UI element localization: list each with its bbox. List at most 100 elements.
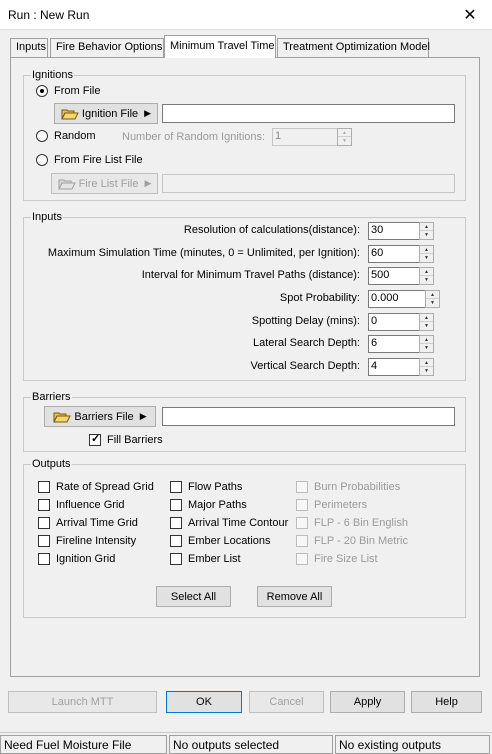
output-checkbox[interactable] (296, 481, 308, 493)
output-checkbox[interactable] (170, 481, 182, 493)
output-checkbox[interactable] (38, 553, 50, 565)
output-checkbox[interactable] (296, 517, 308, 529)
input-row-stepper[interactable]: 30 ▲ ▼ (368, 222, 435, 240)
spin-arrows[interactable]: ▲ ▼ (419, 335, 434, 353)
input-row-value[interactable]: 60 (368, 245, 420, 263)
folder-open-icon (53, 412, 72, 422)
fire-list-file-button[interactable]: Fire List File ▶ (51, 173, 158, 194)
apply-button[interactable]: Apply (330, 691, 405, 713)
barriers-file-button-label: Barriers File (74, 410, 134, 423)
arrow-right-icon: ▶ (144, 178, 152, 188)
fire-list-radio[interactable] (36, 154, 48, 166)
tab-minimum-travel-time[interactable]: Minimum Travel Time (164, 35, 276, 58)
select-all-button[interactable]: Select All (156, 586, 231, 607)
spin-arrows[interactable]: ▲ ▼ (419, 313, 434, 331)
spin-down-icon[interactable]: ▼ (420, 344, 433, 352)
random-count-label: Number of Random Ignitions: (122, 131, 266, 143)
input-row-stepper[interactable]: 60 ▲ ▼ (368, 245, 435, 263)
output-checkbox[interactable] (38, 535, 50, 547)
remove-all-button[interactable]: Remove All (257, 586, 332, 607)
output-checkbox-label: Major Paths (188, 499, 247, 511)
tab-inputs[interactable]: Inputs (10, 38, 48, 57)
input-row-stepper[interactable]: 0.000 ▲ ▼ (368, 290, 441, 308)
from-file-label: From File (54, 85, 101, 97)
input-row-value[interactable]: 500 (368, 267, 420, 285)
cancel-button[interactable]: Cancel (249, 691, 324, 713)
output-checkbox[interactable] (296, 499, 308, 511)
output-checkbox-label: Arrival Time Contour (188, 517, 289, 529)
random-label: Random (54, 130, 96, 142)
spin-arrows[interactable]: ▲ ▼ (425, 290, 440, 308)
input-row-value[interactable]: 4 (368, 358, 420, 376)
input-row-value[interactable]: 30 (368, 222, 420, 240)
ignition-file-path-input[interactable] (162, 104, 455, 123)
output-checkbox[interactable] (296, 553, 308, 565)
spin-up-icon[interactable]: ▲ (338, 129, 351, 137)
spin-arrows[interactable]: ▲ ▼ (419, 245, 434, 263)
output-checkbox-label: Ember List (188, 553, 241, 565)
spin-up-icon[interactable]: ▲ (420, 314, 433, 322)
output-checkbox[interactable] (296, 535, 308, 547)
close-icon[interactable]: ✕ (448, 0, 492, 29)
spin-down-icon[interactable]: ▼ (420, 322, 433, 330)
spin-up-icon[interactable]: ▲ (420, 359, 433, 367)
output-checkbox[interactable] (170, 517, 182, 529)
spin-arrows[interactable]: ▲ ▼ (419, 358, 434, 376)
barriers-file-button[interactable]: Barriers File ▶ (44, 406, 156, 427)
spin-down-icon[interactable]: ▼ (420, 276, 433, 284)
output-checkbox[interactable] (38, 481, 50, 493)
output-checkbox[interactable] (38, 517, 50, 529)
random-count-arrows[interactable]: ▲ ▼ (337, 128, 352, 146)
output-checkbox[interactable] (170, 535, 182, 547)
tab-label: Minimum Travel Time (170, 40, 275, 52)
spin-up-icon[interactable]: ▲ (420, 223, 433, 231)
random-radio[interactable] (36, 130, 48, 142)
status-outputs: No outputs selected (169, 735, 333, 754)
tab-treatment-optimization-model[interactable]: Treatment Optimization Model (277, 38, 430, 57)
output-checkbox[interactable] (170, 553, 182, 565)
ok-button[interactable]: OK (166, 691, 242, 713)
fire-list-path-input[interactable] (162, 174, 455, 193)
input-row-stepper[interactable]: 500 ▲ ▼ (368, 267, 435, 285)
spin-up-icon[interactable]: ▲ (420, 336, 433, 344)
barriers-file-path-input[interactable] (162, 407, 455, 426)
input-row-stepper[interactable]: 6 ▲ ▼ (368, 335, 435, 353)
input-row-value[interactable]: 6 (368, 335, 420, 353)
input-row-value[interactable]: 0 (368, 313, 420, 331)
input-row-label: Vertical Search Depth: (250, 360, 360, 372)
spin-up-icon[interactable]: ▲ (420, 268, 433, 276)
barriers-group-title: Barriers (31, 391, 72, 403)
tab-fire-behavior-options[interactable]: Fire Behavior Options (50, 38, 164, 57)
output-checkbox-label: Influence Grid (56, 499, 125, 511)
output-checkbox[interactable] (170, 499, 182, 511)
from-file-radio[interactable] (36, 85, 48, 97)
launch-mtt-button[interactable]: Launch MTT (8, 691, 157, 713)
fill-barriers-label: Fill Barriers (107, 434, 163, 446)
help-label: Help (435, 696, 458, 708)
input-row-stepper[interactable]: 4 ▲ ▼ (368, 358, 435, 376)
spin-down-icon[interactable]: ▼ (420, 254, 433, 262)
ignition-file-button-label: Ignition File (81, 107, 139, 120)
input-row-label: Interval for Minimum Travel Paths (dista… (141, 269, 360, 281)
tab-panel: Ignitions From File Ignition File ▶ Rand… (10, 57, 480, 677)
spin-down-icon[interactable]: ▼ (338, 137, 351, 145)
input-row-stepper[interactable]: 0 ▲ ▼ (368, 313, 435, 331)
spin-down-icon[interactable]: ▼ (420, 367, 433, 375)
spin-up-icon[interactable]: ▲ (420, 246, 433, 254)
fill-barriers-checkbox[interactable]: ✓ (89, 433, 101, 446)
spin-up-icon[interactable]: ▲ (426, 291, 439, 299)
ignition-file-button[interactable]: Ignition File ▶ (54, 103, 158, 124)
random-count-stepper[interactable]: 1 ▲ ▼ (272, 128, 352, 146)
spin-arrows[interactable]: ▲ ▼ (419, 222, 434, 240)
output-checkbox-label: Perimeters (314, 499, 368, 511)
spin-arrows[interactable]: ▲ ▼ (419, 267, 434, 285)
output-checkbox[interactable] (38, 499, 50, 511)
help-button[interactable]: Help (411, 691, 482, 713)
arrow-right-icon: ▶ (139, 411, 147, 421)
folder-open-icon (57, 179, 76, 189)
spin-down-icon[interactable]: ▼ (426, 299, 439, 307)
random-count-value: 1 (272, 128, 338, 146)
input-row-value[interactable]: 0.000 (368, 290, 426, 308)
output-checkbox-label: Fireline Intensity (56, 535, 137, 547)
spin-down-icon[interactable]: ▼ (420, 231, 433, 239)
